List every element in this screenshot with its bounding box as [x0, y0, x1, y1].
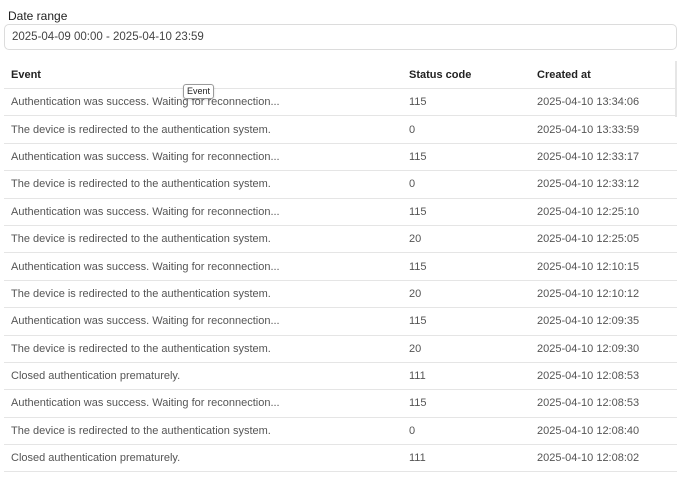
- table-row[interactable]: The device is redirected to the authenti…: [4, 171, 677, 199]
- table-row[interactable]: Authentication was success. Waiting for …: [4, 253, 677, 281]
- table-row[interactable]: Authentication was success. Waiting for …: [4, 308, 677, 336]
- event-cell: Authentication was success. Waiting for …: [11, 397, 280, 410]
- table-row[interactable]: Authentication was success. Waiting for …: [4, 199, 677, 226]
- created-at-cell: 2025-04-10 12:10:12: [537, 287, 640, 300]
- event-log-page: Date range 2025-04-09 00:00 - 2025-04-10…: [0, 0, 690, 486]
- created-at-cell: 2025-04-10 13:33:59: [537, 123, 640, 136]
- table-body: Authentication was success. Waiting for …: [4, 89, 677, 473]
- created-at-cell: 2025-04-10 12:33:12: [537, 178, 640, 191]
- created-at-cell: 2025-04-10 12:33:17: [537, 150, 640, 163]
- table-row[interactable]: Authentication was success. Waiting for …: [4, 390, 677, 418]
- created-at-cell: 2025-04-10 12:08:53: [537, 370, 640, 383]
- event-cell: The device is redirected to the authenti…: [11, 233, 271, 246]
- table-row[interactable]: Authentication was success. Waiting for …: [4, 144, 677, 172]
- created-at-cell: 2025-04-10 12:08:53: [537, 397, 640, 410]
- event-cell: The device is redirected to the authenti…: [11, 123, 271, 136]
- status-code-cell: 0: [409, 178, 416, 191]
- event-cell: The device is redirected to the authenti…: [11, 424, 271, 437]
- created-at-cell: 2025-04-10 13:34:06: [537, 96, 640, 109]
- date-range-label: Date range: [8, 9, 68, 23]
- status-code-cell: 0: [409, 123, 416, 136]
- status-code-cell: 111: [409, 452, 426, 465]
- event-cell: Authentication was success. Waiting for …: [11, 205, 280, 218]
- status-code-cell: 115: [409, 150, 427, 163]
- table-row[interactable]: The device is redirected to the authenti…: [4, 281, 677, 309]
- column-header-status-code[interactable]: Status code: [409, 61, 529, 88]
- table-header-row: Event Status code Created at: [4, 61, 677, 89]
- event-cell: Authentication was success. Waiting for …: [11, 260, 280, 273]
- event-cell: Authentication was success. Waiting for …: [11, 315, 280, 328]
- table-row[interactable]: The device is redirected to the authenti…: [4, 336, 677, 363]
- column-header-created-at[interactable]: Created at: [537, 61, 672, 88]
- table-row[interactable]: Authentication was success. Waiting for …: [4, 89, 677, 117]
- table-row[interactable]: Closed authentication prematurely. 111 202…: [4, 363, 677, 391]
- event-cell: The device is redirected to the authenti…: [11, 342, 271, 355]
- status-code-cell: 111: [409, 370, 426, 383]
- status-code-cell: 115: [409, 205, 427, 218]
- table-row[interactable]: Closed authentication prematurely. 111 202…: [4, 445, 677, 473]
- created-at-cell: 2025-04-10 12:09:30: [537, 342, 640, 355]
- created-at-cell: 2025-04-10 12:25:05: [537, 233, 640, 246]
- status-code-cell: 20: [409, 287, 422, 300]
- created-at-cell: 2025-04-10 12:08:40: [537, 424, 640, 437]
- status-code-cell: 115: [409, 96, 427, 109]
- status-code-cell: 115: [409, 260, 427, 273]
- event-cell: The device is redirected to the authenti…: [11, 178, 271, 191]
- status-code-cell: 115: [409, 315, 427, 328]
- event-cell: Closed authentication prematurely.: [11, 452, 181, 465]
- table-row[interactable]: The device is redirected to the authenti…: [4, 116, 677, 144]
- date-range-input[interactable]: 2025-04-09 00:00 - 2025-04-10 23:59: [4, 24, 677, 50]
- table-row[interactable]: The device is redirected to the authenti…: [4, 418, 677, 446]
- table-row[interactable]: The device is redirected to the authenti…: [4, 226, 677, 254]
- status-code-cell: 20: [409, 342, 422, 355]
- events-table: Event Status code Created at Authenticat…: [4, 61, 677, 486]
- created-at-cell: 2025-04-10 12:09:35: [537, 315, 640, 328]
- created-at-cell: 2025-04-10 12:25:10: [537, 205, 640, 218]
- event-cell: Closed authentication prematurely.: [11, 370, 181, 383]
- event-tooltip: Event: [183, 84, 215, 99]
- created-at-cell: 2025-04-10 12:10:15: [537, 260, 640, 273]
- event-cell: Authentication was success. Waiting for …: [11, 150, 280, 163]
- status-code-cell: 115: [409, 397, 427, 410]
- status-code-cell: 0: [409, 424, 416, 437]
- event-cell: The device is redirected to the authenti…: [11, 287, 271, 300]
- created-at-cell: 2025-04-10 12:08:02: [537, 452, 640, 465]
- status-code-cell: 20: [409, 233, 422, 246]
